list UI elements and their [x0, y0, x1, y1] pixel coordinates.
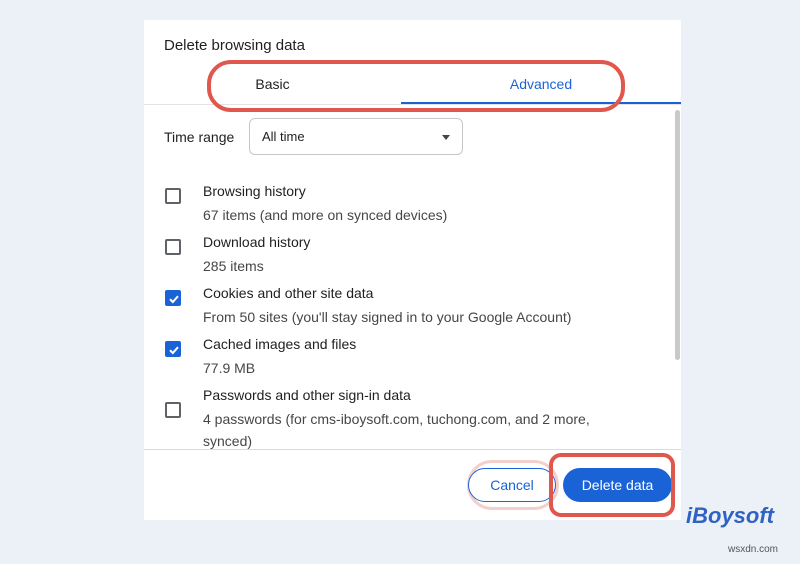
- option-title: Cached images and files: [203, 336, 357, 352]
- checkbox-passwords[interactable]: [165, 402, 181, 418]
- option-description: 77.9 MB: [203, 360, 256, 376]
- option-title: Browsing history: [203, 183, 306, 199]
- tab-basic[interactable]: Basic: [144, 76, 401, 104]
- watermark: wsxdn.com: [728, 544, 779, 555]
- option-description: From 50 sites (you'll stay signed in to …: [203, 309, 572, 325]
- brand-logo: iBoysoft: [686, 503, 774, 528]
- option-title: Cookies and other site data: [203, 285, 374, 301]
- caret-down-icon: [442, 135, 450, 140]
- options-list: Time range All time Browsing history 67 …: [144, 105, 681, 450]
- check-icon: [169, 346, 179, 355]
- option-description: 285 items: [203, 258, 264, 274]
- footer-divider: [144, 449, 681, 450]
- time-range-label: Time range: [164, 129, 235, 145]
- option-description: 4 passwords (for cms-iboysoft.com, tucho…: [203, 411, 590, 449]
- checkbox-cookies[interactable]: [165, 290, 181, 306]
- scrollbar-thumb[interactable]: [675, 110, 680, 360]
- check-icon: [169, 295, 179, 304]
- option-description: 67 items (and more on synced devices): [203, 207, 448, 223]
- time-range-value: All time: [262, 129, 305, 144]
- checkbox-cached-images[interactable]: [165, 341, 181, 357]
- checkbox-browsing-history[interactable]: [165, 188, 181, 204]
- option-title: Download history: [203, 234, 311, 250]
- time-range-select[interactable]: All time: [249, 118, 463, 155]
- delete-browsing-data-dialog: Delete browsing data Basic Advanced Time…: [144, 20, 681, 520]
- tab-advanced[interactable]: Advanced: [401, 76, 681, 104]
- dialog-title: Delete browsing data: [164, 37, 305, 54]
- checkbox-download-history[interactable]: [165, 239, 181, 255]
- delete-data-button[interactable]: Delete data: [563, 468, 672, 502]
- option-title: Passwords and other sign-in data: [203, 387, 411, 403]
- cancel-button[interactable]: Cancel: [468, 468, 556, 502]
